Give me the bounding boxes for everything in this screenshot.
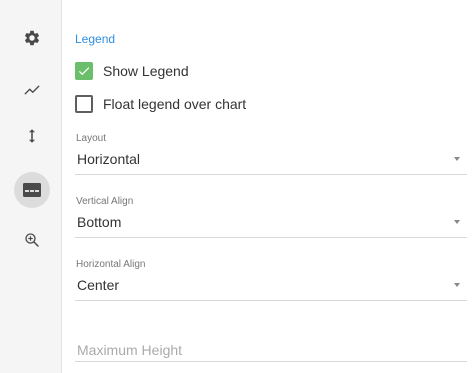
vertical-arrows-icon	[29, 129, 35, 143]
float-legend-checkbox-row[interactable]: Float legend over chart	[75, 94, 246, 114]
legend-options-panel: Legend Show Legend Float legend over cha…	[62, 0, 472, 373]
show-legend-checkbox[interactable]	[75, 62, 93, 80]
layout-label: Layout	[76, 133, 107, 144]
sidebar-item-legend[interactable]	[14, 172, 50, 208]
check-icon	[78, 67, 90, 76]
dropdown-caret-icon[interactable]	[454, 157, 460, 161]
vertical-align-label: Vertical Align	[76, 196, 134, 207]
horizontal-align-label: Horizontal Align	[76, 259, 146, 270]
trend-line-icon	[24, 85, 40, 95]
maximum-height-input[interactable]: Maximum Height	[75, 340, 467, 362]
legend-icon	[23, 183, 41, 197]
vertical-align-value: Bottom	[77, 214, 122, 230]
show-legend-checkbox-row[interactable]: Show Legend	[75, 61, 189, 81]
horizontal-align-select[interactable]: Horizontal Align Center	[75, 259, 467, 301]
sidebar-item-series[interactable]	[14, 72, 50, 108]
zoom-in-icon	[25, 233, 39, 247]
maximum-height-placeholder: Maximum Height	[77, 342, 183, 358]
chart-options-window: Legend Show Legend Float legend over cha…	[0, 0, 472, 373]
sidebar-item-axis[interactable]	[14, 118, 50, 154]
float-legend-checkbox[interactable]	[75, 95, 93, 113]
gear-icon	[24, 30, 40, 46]
options-sidebar	[0, 0, 62, 373]
dropdown-caret-icon[interactable]	[454, 283, 460, 287]
dropdown-caret-icon[interactable]	[454, 220, 460, 224]
sidebar-item-settings[interactable]	[14, 20, 50, 56]
show-legend-label: Show Legend	[103, 63, 189, 79]
section-title: Legend	[75, 32, 116, 46]
float-legend-label: Float legend over chart	[103, 96, 247, 112]
vertical-align-select[interactable]: Vertical Align Bottom	[75, 196, 467, 238]
horizontal-align-value: Center	[77, 277, 120, 293]
layout-value: Horizontal	[77, 151, 141, 167]
layout-select[interactable]: Layout Horizontal	[75, 133, 467, 175]
sidebar-item-zoom[interactable]	[14, 222, 50, 258]
